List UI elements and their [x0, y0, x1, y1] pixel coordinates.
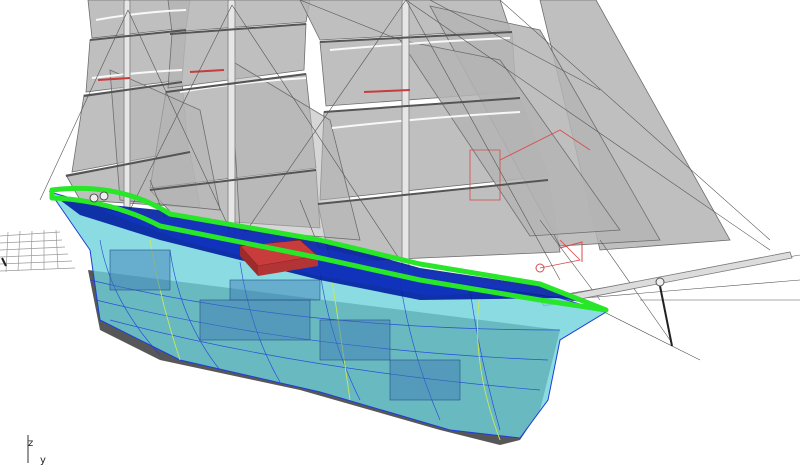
main-mast	[227, 0, 236, 241]
axis-z-label: z	[28, 438, 34, 449]
construction-plane-grid	[0, 229, 76, 273]
mizzen-mast	[401, 0, 410, 283]
rhino-3d-viewport[interactable]: z y	[0, 0, 800, 467]
ship-model-render[interactable]	[0, 0, 800, 467]
fore-mast	[123, 0, 131, 216]
axis-y-label: y	[40, 455, 46, 466]
